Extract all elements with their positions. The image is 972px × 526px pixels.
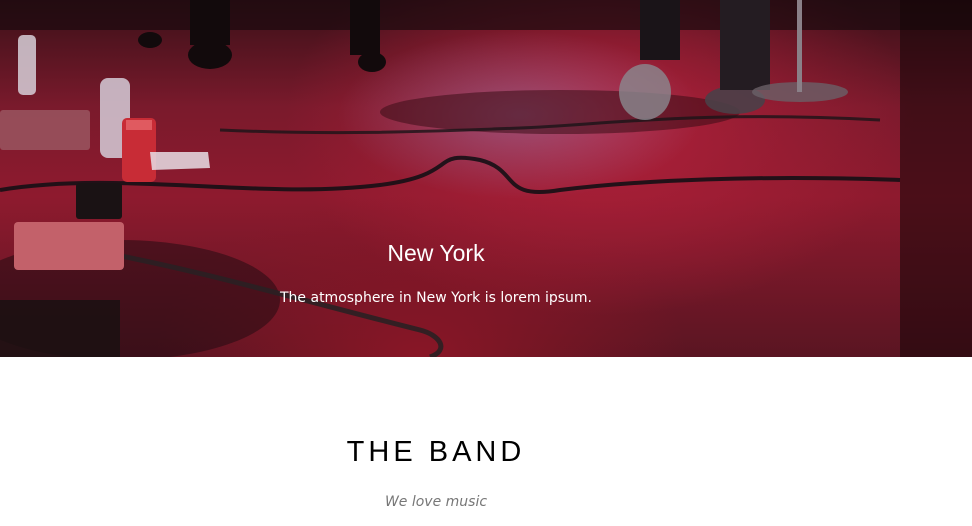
section-subtitle: We love music xyxy=(384,494,488,510)
hero-title: New York xyxy=(387,240,485,266)
hero-slide: New York The atmosphere in New York is l… xyxy=(0,0,972,357)
section-title: THE BAND xyxy=(346,436,526,468)
hero-caption: The atmosphere in New York is lorem ipsu… xyxy=(280,290,592,306)
